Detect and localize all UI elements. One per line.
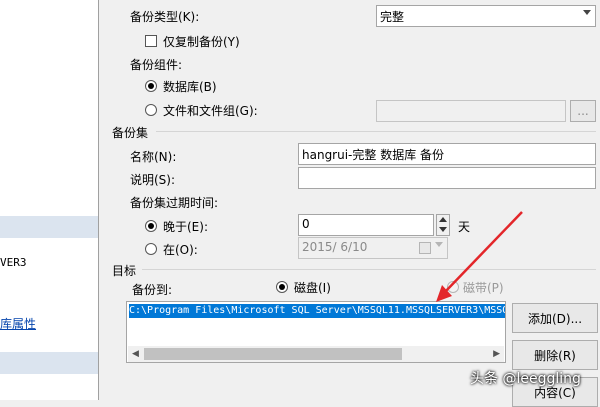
watermark-text: 头条 @leeggling <box>470 371 581 387</box>
arrow-shaft <box>443 211 523 294</box>
red-arrow-annotation <box>436 211 523 302</box>
